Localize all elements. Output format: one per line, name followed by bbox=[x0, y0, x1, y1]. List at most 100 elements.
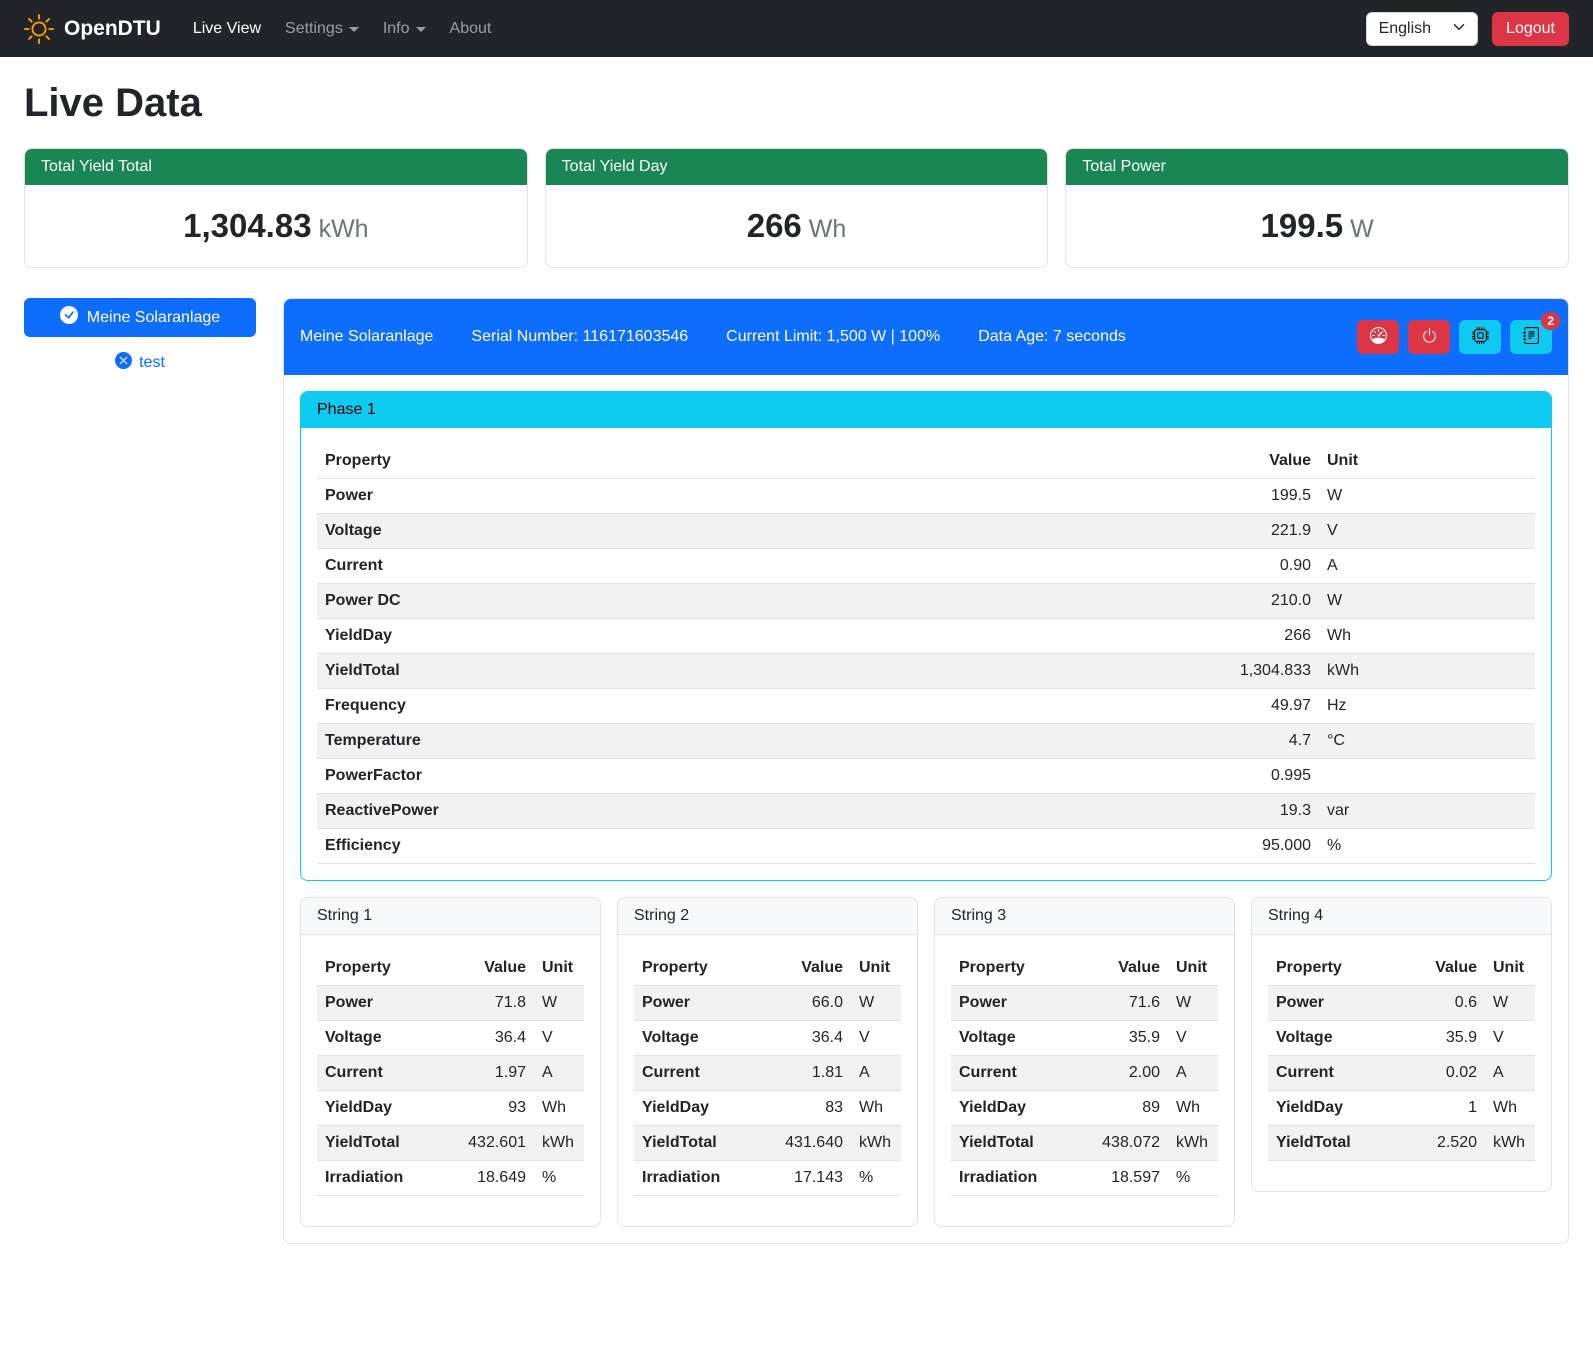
row-unit: W bbox=[534, 986, 584, 1021]
row-unit: Wh bbox=[1485, 1091, 1535, 1126]
row-value: 19.3 bbox=[1174, 794, 1319, 829]
row-unit: A bbox=[1485, 1056, 1535, 1091]
table-row: Current 1.81 A bbox=[634, 1056, 901, 1091]
row-value: 35.9 bbox=[1403, 1021, 1485, 1056]
row-value: 66.0 bbox=[769, 986, 851, 1021]
row-value: 83 bbox=[769, 1091, 851, 1126]
row-unit: V bbox=[851, 1021, 901, 1056]
row-value: 95.000 bbox=[1174, 829, 1319, 864]
row-unit: Wh bbox=[534, 1091, 584, 1126]
summary-card-title: Total Yield Total bbox=[25, 149, 527, 185]
summary-card: Total Power 199.5W bbox=[1065, 148, 1569, 268]
string-card-4: String 4 Property Value Unit bbox=[1251, 897, 1552, 1192]
device-info-button[interactable] bbox=[1459, 320, 1501, 354]
x-circle-icon bbox=[115, 352, 132, 374]
limit-settings-button[interactable] bbox=[1357, 320, 1399, 354]
caret-down-icon bbox=[349, 27, 359, 32]
summary-cards-row: Total Yield Total 1,304.83kWh Total Yiel… bbox=[24, 148, 1569, 268]
summary-card-unit: kWh bbox=[319, 215, 369, 243]
string-card-title: String 2 bbox=[618, 898, 917, 935]
string-table: Property Value Unit Power bbox=[317, 951, 584, 1196]
row-value: 36.4 bbox=[452, 1021, 534, 1056]
column-header-property: Property bbox=[317, 951, 452, 986]
row-property: Voltage bbox=[1268, 1021, 1403, 1056]
string-table: Property Value Unit Power bbox=[634, 951, 901, 1196]
row-property: PowerFactor bbox=[317, 759, 1174, 794]
string-card-1: String 1 Property Value Unit bbox=[300, 897, 601, 1227]
logout-button[interactable]: Logout bbox=[1492, 12, 1569, 46]
row-unit: W bbox=[1319, 584, 1535, 619]
row-property: Voltage bbox=[317, 1021, 452, 1056]
row-value: 89 bbox=[1086, 1091, 1168, 1126]
table-row: Irradiation 18.649 % bbox=[317, 1161, 584, 1196]
event-log-button[interactable]: 2 bbox=[1510, 320, 1552, 354]
row-value: 93 bbox=[452, 1091, 534, 1126]
string-card-title: String 3 bbox=[935, 898, 1234, 935]
column-header-unit: Unit bbox=[1485, 951, 1535, 986]
phase-card-body: Property Value Unit Power bbox=[301, 428, 1551, 880]
row-unit: A bbox=[851, 1056, 901, 1091]
check-circle-icon bbox=[60, 306, 78, 329]
row-value: 18.597 bbox=[1086, 1161, 1168, 1196]
row-value: 210.0 bbox=[1174, 584, 1319, 619]
chip-icon bbox=[1472, 327, 1489, 347]
table-row: YieldTotal 1,304.833 kWh bbox=[317, 654, 1535, 689]
chevron-down-icon bbox=[1453, 20, 1465, 38]
row-unit: Hz bbox=[1319, 689, 1535, 724]
summary-card-unit: Wh bbox=[809, 215, 847, 243]
sidebar-item-test[interactable]: test bbox=[24, 352, 256, 374]
table-row: Irradiation 17.143 % bbox=[634, 1161, 901, 1196]
brand[interactable]: OpenDTU bbox=[24, 14, 161, 44]
nav-live-view[interactable]: Live View bbox=[181, 12, 273, 46]
inverter-serial: Serial Number: 116171603546 bbox=[471, 328, 688, 346]
row-property: Voltage bbox=[951, 1021, 1086, 1056]
summary-card-unit: W bbox=[1350, 215, 1374, 243]
row-property: YieldTotal bbox=[951, 1126, 1086, 1161]
row-value: 1.97 bbox=[452, 1056, 534, 1091]
column-header-property: Property bbox=[1268, 951, 1403, 986]
row-value: 432.601 bbox=[452, 1126, 534, 1161]
row-property: Power bbox=[634, 986, 769, 1021]
row-property: Voltage bbox=[317, 514, 1174, 549]
string-card-title: String 4 bbox=[1252, 898, 1551, 935]
nav-settings-label: Settings bbox=[285, 20, 343, 38]
row-property: YieldTotal bbox=[634, 1126, 769, 1161]
nav-about[interactable]: About bbox=[438, 12, 504, 46]
language-select-value: English bbox=[1379, 20, 1431, 38]
table-row: Power 66.0 W bbox=[634, 986, 901, 1021]
string-card-3: String 3 Property Value Unit bbox=[934, 897, 1235, 1227]
row-value: 431.640 bbox=[769, 1126, 851, 1161]
row-property: YieldTotal bbox=[1268, 1126, 1403, 1161]
table-row: Power 0.6 W bbox=[1268, 986, 1535, 1021]
sidebar-item-inverter[interactable]: Meine Solaranlage bbox=[24, 298, 256, 337]
row-value: 0.995 bbox=[1174, 759, 1319, 794]
row-property: Power bbox=[1268, 986, 1403, 1021]
language-select[interactable]: English bbox=[1366, 12, 1478, 46]
summary-card: Total Yield Total 1,304.83kWh bbox=[24, 148, 528, 268]
table-row: Irradiation 18.597 % bbox=[951, 1161, 1218, 1196]
column-header-property: Property bbox=[317, 444, 1174, 479]
row-unit: Wh bbox=[1168, 1091, 1218, 1126]
nav-info[interactable]: Info bbox=[371, 12, 438, 46]
summary-card: Total Yield Day 266Wh bbox=[545, 148, 1049, 268]
row-value: 266 bbox=[1174, 619, 1319, 654]
table-header-row: Property Value Unit bbox=[1268, 951, 1535, 986]
event-count-badge: 2 bbox=[1541, 312, 1560, 330]
column-header-value: Value bbox=[1403, 951, 1485, 986]
row-unit: Wh bbox=[851, 1091, 901, 1126]
inverter-data-age: Data Age: 7 seconds bbox=[978, 328, 1126, 346]
row-value: 0.6 bbox=[1403, 986, 1485, 1021]
string-card-body: Property Value Unit Power bbox=[301, 935, 600, 1226]
nav-settings[interactable]: Settings bbox=[273, 12, 371, 46]
table-row: Voltage 35.9 V bbox=[1268, 1021, 1535, 1056]
power-button[interactable] bbox=[1408, 320, 1450, 354]
row-property: YieldDay bbox=[951, 1091, 1086, 1126]
sun-icon bbox=[24, 14, 54, 44]
column-header-unit: Unit bbox=[1319, 444, 1535, 479]
strings-row: String 1 Property Value Unit bbox=[300, 897, 1552, 1227]
row-property: Power DC bbox=[317, 584, 1174, 619]
phase-card-title: Phase 1 bbox=[301, 392, 1551, 428]
table-row: YieldTotal 2.520 kWh bbox=[1268, 1126, 1535, 1161]
summary-card-body: 266Wh bbox=[546, 185, 1048, 267]
table-row: YieldDay 93 Wh bbox=[317, 1091, 584, 1126]
